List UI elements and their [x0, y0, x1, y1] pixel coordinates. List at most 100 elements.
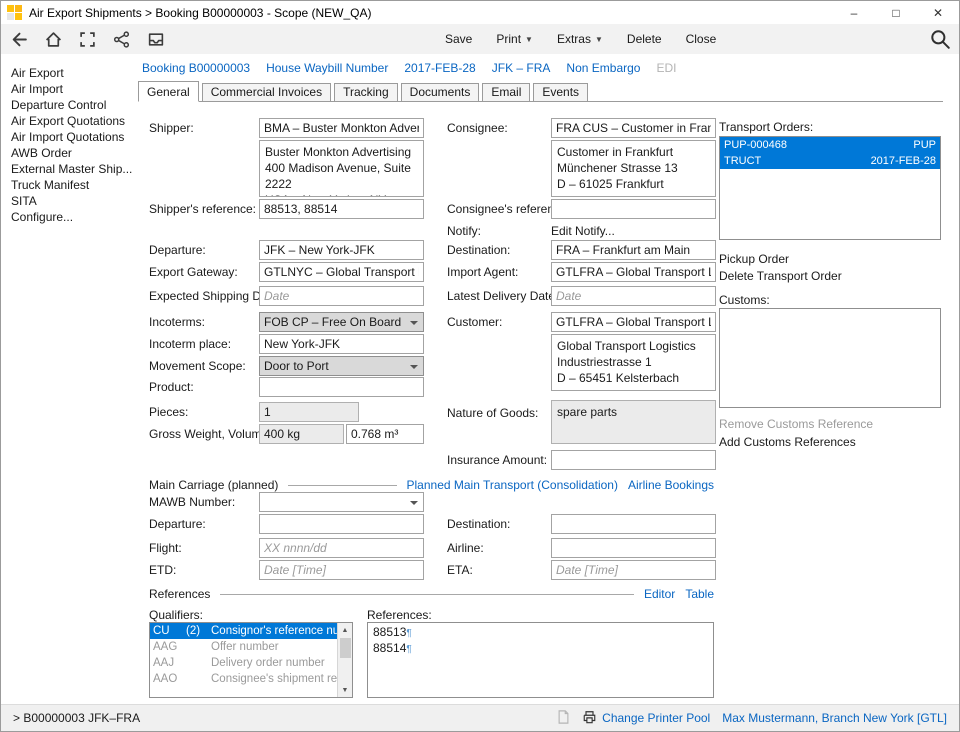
references-textarea[interactable]: 88513¶ 88514¶	[367, 622, 714, 698]
mc-departure-label: Departure:	[149, 517, 206, 531]
qualifier-row[interactable]: AAG Offer number	[150, 639, 337, 655]
airline-input[interactable]	[551, 538, 716, 558]
airline-bookings-link[interactable]: Airline Bookings	[628, 478, 714, 492]
delete-transport-order-link[interactable]: Delete Transport Order	[719, 269, 842, 283]
latest-delivery-date-label: Latest Delivery Date:	[447, 289, 558, 303]
edit-notify-link[interactable]: Edit Notify...	[551, 224, 615, 238]
latest-delivery-date-input[interactable]	[551, 286, 716, 306]
sidebar-item-sita[interactable]: SITA	[1, 193, 136, 209]
save-menu[interactable]: Save	[445, 32, 472, 46]
fullscreen-icon[interactable]	[79, 31, 96, 48]
breadcrumb-date[interactable]: 2017-FEB-28	[404, 61, 475, 75]
breadcrumb-route[interactable]: JFK – FRA	[492, 61, 551, 75]
tab-tracking[interactable]: Tracking	[334, 83, 398, 101]
close-menu[interactable]: Close	[686, 32, 717, 46]
mc-destination-input[interactable]	[551, 514, 716, 534]
qualifier-row[interactable]: AAJ Delivery order number	[150, 655, 337, 671]
close-button[interactable]: ✕	[917, 1, 959, 24]
scroll-thumb[interactable]	[340, 638, 351, 658]
remove-customs-reference-action: Remove Customs Reference	[719, 417, 873, 431]
tab-general[interactable]: General	[138, 81, 199, 102]
sidebar-item-awb-order[interactable]: AWB Order	[1, 145, 136, 161]
search-icon[interactable]	[929, 28, 951, 53]
transport-order-row[interactable]: TRUCT 2017-FEB-28	[720, 153, 940, 169]
incoterm-place-input[interactable]	[259, 334, 424, 354]
gross-weight-volume-label: Gross Weight, Volume:	[149, 427, 272, 441]
etd-input[interactable]	[259, 560, 424, 580]
eta-input[interactable]	[551, 560, 716, 580]
customer-label: Customer:	[447, 315, 502, 329]
table-link[interactable]: Table	[685, 587, 714, 601]
transport-orders-list[interactable]: PUP-000468 PUP TRUCT 2017-FEB-28	[719, 136, 941, 240]
movement-scope-select[interactable]: Door to Port	[259, 356, 424, 376]
qualifiers-list[interactable]: CU (2) Consignor's reference nu... AAG O…	[149, 622, 353, 698]
transport-order-row[interactable]: PUP-000468 PUP	[720, 137, 940, 153]
extras-menu[interactable]: Extras▼	[557, 32, 603, 46]
transport-orders-label: Transport Orders:	[719, 120, 813, 134]
printer-icon	[582, 710, 597, 727]
flight-input[interactable]	[259, 538, 424, 558]
print-menu[interactable]: Print▼	[496, 32, 533, 46]
import-agent-input[interactable]	[551, 262, 716, 282]
consignees-reference-input[interactable]	[551, 199, 716, 219]
tab-events[interactable]: Events	[533, 83, 588, 101]
user-branch-link[interactable]: Max Mustermann, Branch New York [GTL]	[722, 711, 947, 725]
mawb-number-select[interactable]	[259, 492, 424, 512]
tab-email[interactable]: Email	[482, 83, 530, 101]
incoterm-place-label: Incoterm place:	[149, 337, 231, 351]
sidebar-item-configure[interactable]: Configure...	[1, 209, 136, 225]
back-icon[interactable]	[11, 31, 28, 48]
consignee-input[interactable]	[551, 118, 716, 138]
tab-commercial-invoices[interactable]: Commercial Invoices	[202, 83, 331, 101]
qualifier-row[interactable]: AAO Consignee's shipment ref...	[150, 671, 337, 687]
sidebar-item-air-export[interactable]: Air Export	[1, 65, 136, 81]
editor-link[interactable]: Editor	[644, 587, 675, 601]
shipper-input[interactable]	[259, 118, 424, 138]
sidebar-item-truck-manifest[interactable]: Truck Manifest	[1, 177, 136, 193]
volume-input[interactable]	[346, 424, 424, 444]
destination-label: Destination:	[447, 243, 510, 257]
sidebar-item-air-import[interactable]: Air Import	[1, 81, 136, 97]
inbox-icon[interactable]	[147, 31, 165, 48]
qualifier-row[interactable]: CU (2) Consignor's reference nu...	[150, 623, 337, 639]
tab-documents[interactable]: Documents	[401, 83, 480, 101]
scroll-down-icon[interactable]: ▼	[338, 683, 352, 697]
sidebar-item-air-export-quotations[interactable]: Air Export Quotations	[1, 113, 136, 129]
breadcrumb-booking[interactable]: Booking B00000003	[142, 61, 250, 75]
product-input[interactable]	[259, 377, 424, 397]
sidebar-item-air-import-quotations[interactable]: Air Import Quotations	[1, 129, 136, 145]
change-printer-pool-link[interactable]: Change Printer Pool	[602, 711, 710, 725]
destination-input[interactable]	[551, 240, 716, 260]
notify-label: Notify:	[447, 224, 481, 238]
section-rule	[220, 594, 634, 595]
planned-main-transport-link[interactable]: Planned Main Transport (Consolidation)	[407, 478, 618, 492]
delete-menu[interactable]: Delete	[627, 32, 662, 46]
export-gateway-input[interactable]	[259, 262, 424, 282]
minimize-button[interactable]: –	[833, 1, 875, 24]
share-icon[interactable]	[113, 31, 130, 48]
change-printer-pool[interactable]: Change Printer Pool	[582, 710, 710, 727]
gross-weight-input	[259, 424, 344, 444]
pickup-order-link[interactable]: Pickup Order	[719, 252, 789, 266]
expected-shipping-date-input[interactable]	[259, 286, 424, 306]
customer-input[interactable]	[551, 312, 716, 332]
breadcrumb-embargo[interactable]: Non Embargo	[566, 61, 640, 75]
customs-list[interactable]	[719, 308, 941, 408]
incoterms-select[interactable]: FOB CP – Free On Board	[259, 312, 424, 332]
tab-bar: General Commercial Invoices Tracking Doc…	[138, 81, 943, 102]
document-icon	[557, 710, 570, 727]
scroll-up-icon[interactable]: ▲	[338, 623, 352, 637]
sidebar-item-external-master[interactable]: External Master Ship...	[1, 161, 136, 177]
shipper-address-box: Buster Monkton Advertising 400 Madison A…	[259, 140, 424, 197]
insurance-amount-input[interactable]	[551, 450, 716, 470]
mc-departure-input[interactable]	[259, 514, 424, 534]
qualifiers-scrollbar[interactable]: ▲ ▼	[337, 623, 352, 697]
home-icon[interactable]	[45, 31, 62, 48]
maximize-button[interactable]: □	[875, 1, 917, 24]
customs-label: Customs:	[719, 293, 770, 307]
departure-input[interactable]	[259, 240, 424, 260]
add-customs-references-link[interactable]: Add Customs References	[719, 435, 856, 449]
shippers-reference-input[interactable]	[259, 199, 424, 219]
sidebar-item-departure-control[interactable]: Departure Control	[1, 97, 136, 113]
breadcrumb-house-waybill[interactable]: House Waybill Number	[266, 61, 388, 75]
